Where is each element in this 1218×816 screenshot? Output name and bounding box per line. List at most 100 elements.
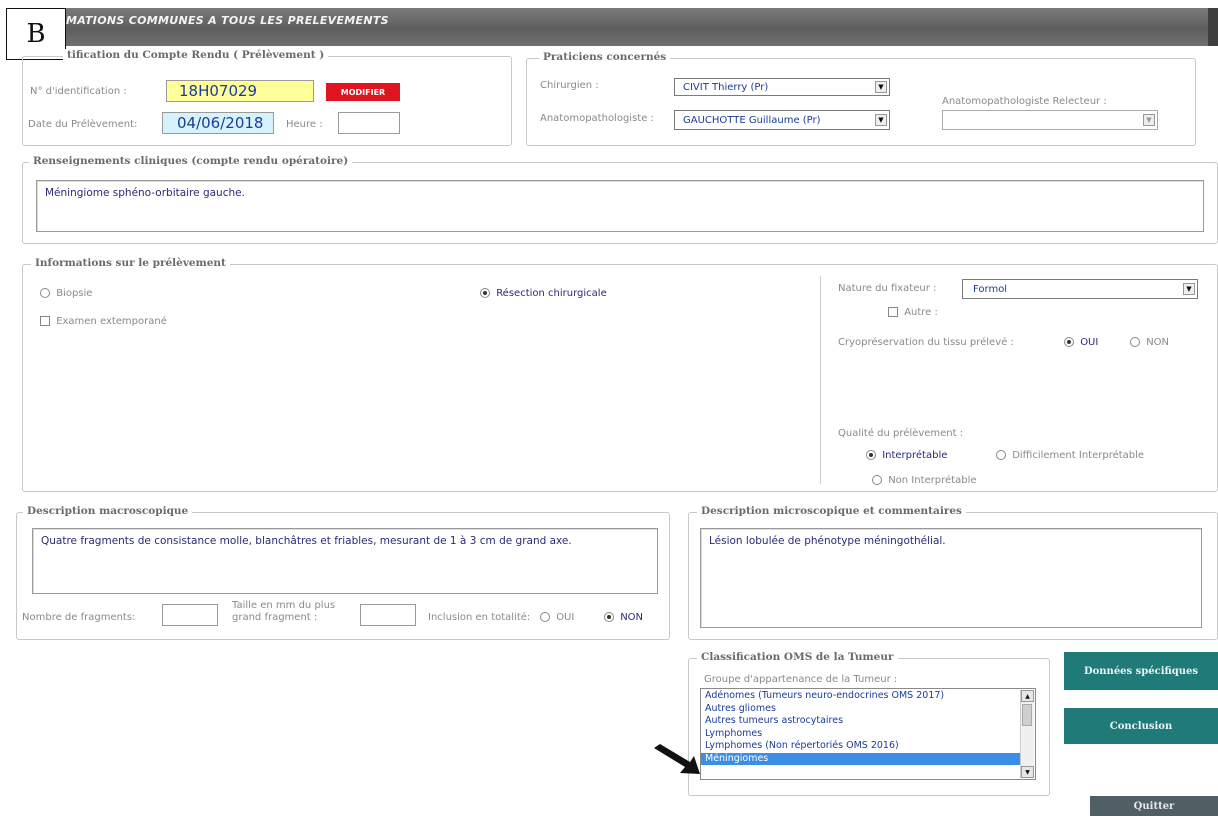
clinical-text: Méningiome sphéno-orbitaire gauche. bbox=[45, 187, 245, 199]
specific-data-button[interactable]: Données spécifiques bbox=[1064, 652, 1218, 690]
size-field[interactable] bbox=[360, 604, 416, 626]
other-option[interactable]: Autre : bbox=[888, 307, 938, 318]
date-field[interactable]: 04/06/2018 bbox=[162, 112, 274, 134]
list-item[interactable]: Lymphomes (Non répertoriés OMS 2016) bbox=[701, 740, 1020, 753]
surgeon-value: CIVIT Thierry (Pr) bbox=[683, 82, 769, 93]
time-label: Heure : bbox=[286, 119, 323, 130]
other-checkbox[interactable] bbox=[888, 307, 898, 317]
cryo-label: Cryopréservation du tissu prélevé : bbox=[838, 337, 1014, 348]
figure-panel-label: B bbox=[6, 8, 66, 60]
chevron-down-icon[interactable]: ▼ bbox=[1183, 283, 1195, 295]
chevron-down-icon[interactable]: ▼ bbox=[875, 81, 887, 93]
date-label: Date du Prélèvement: bbox=[28, 119, 138, 130]
practitioners-legend: Praticiens concernés bbox=[539, 51, 671, 63]
id-field[interactable]: 18H07029 bbox=[166, 80, 314, 102]
list-item[interactable]: Adénomes (Tumeurs neuro-endocrines OMS 2… bbox=[701, 690, 1020, 703]
cryo-yes-option[interactable]: OUI bbox=[1064, 337, 1098, 348]
surgeon-label: Chirurgien : bbox=[540, 80, 599, 91]
quality-opt2-radio[interactable] bbox=[996, 450, 1006, 460]
fragments-label: Nombre de fragments: bbox=[22, 612, 136, 623]
list-item-selected[interactable]: Méningiomes bbox=[701, 752, 1020, 765]
inclusion-no-radio[interactable] bbox=[604, 612, 614, 622]
resection-option[interactable]: Résection chirurgicale bbox=[480, 288, 607, 299]
resection-radio[interactable] bbox=[480, 288, 490, 298]
list-item[interactable]: Autres tumeurs astrocytaires bbox=[701, 715, 1020, 728]
who-list-items: Adénomes (Tumeurs neuro-endocrines OMS 2… bbox=[701, 690, 1020, 765]
who-listbox[interactable]: Adénomes (Tumeurs neuro-endocrines OMS 2… bbox=[700, 688, 1036, 780]
inclusion-yes-label: OUI bbox=[556, 612, 575, 623]
conclusion-button[interactable]: Conclusion bbox=[1064, 708, 1218, 744]
id-label: N° d'identification : bbox=[30, 86, 127, 97]
date-value: 04/06/2018 bbox=[177, 114, 264, 132]
cryo-no-option[interactable]: NON bbox=[1130, 337, 1169, 348]
chevron-down-icon[interactable]: ▼ bbox=[875, 114, 887, 126]
inclusion-label: Inclusion en totalité: bbox=[428, 612, 531, 623]
fixative-select[interactable]: Formol ▼ bbox=[962, 279, 1198, 299]
fixative-label: Nature du fixateur : bbox=[838, 283, 937, 294]
quality-opt2-label: Difficilement Interprétable bbox=[1012, 450, 1145, 461]
pathologist-select[interactable]: GAUCHOTTE Guillaume (Pr) ▼ bbox=[674, 110, 890, 130]
biopsy-option[interactable]: Biopsie bbox=[40, 288, 92, 299]
quality-opt1-radio[interactable] bbox=[866, 450, 876, 460]
quality-label: Qualité du prélèvement : bbox=[838, 428, 964, 439]
quality-opt3-label: Non Interprétable bbox=[888, 475, 977, 486]
size-label-2: grand fragment : bbox=[232, 612, 318, 623]
pathologist-label: Anatomopathologiste : bbox=[540, 113, 654, 124]
clinical-legend: Renseignements cliniques (compte rendu o… bbox=[29, 155, 353, 167]
pathologist-value: GAUCHOTTE Guillaume (Pr) bbox=[683, 115, 821, 126]
micro-text: Lésion lobulée de phénotype méningothéli… bbox=[709, 535, 946, 547]
chevron-down-icon[interactable]: ▼ bbox=[1021, 766, 1034, 778]
inclusion-yes-option[interactable]: OUI bbox=[540, 612, 574, 623]
clinical-textarea[interactable]: Méningiome sphéno-orbitaire gauche. bbox=[36, 180, 1204, 232]
resection-label: Résection chirurgicale bbox=[496, 288, 607, 299]
quit-button[interactable]: Quitter bbox=[1090, 796, 1218, 816]
quality-opt1-option[interactable]: Interprétable bbox=[866, 450, 947, 461]
inclusion-no-option[interactable]: NON bbox=[604, 612, 643, 623]
window-title: MATIONS COMMUNES A TOUS LES PRELEVEMENTS bbox=[66, 14, 389, 27]
reviewer-select[interactable]: ▼ bbox=[942, 110, 1158, 130]
quality-opt2-option[interactable]: Difficilement Interprétable bbox=[996, 450, 1144, 461]
macro-text: Quatre fragments de consistance molle, b… bbox=[41, 535, 572, 547]
macro-legend: Description macroscopique bbox=[23, 505, 193, 517]
extemp-checkbox[interactable] bbox=[40, 316, 50, 326]
inclusion-yes-radio[interactable] bbox=[540, 612, 550, 622]
who-legend: Classification OMS de la Tumeur bbox=[697, 651, 898, 663]
window-title-bar: MATIONS COMMUNES A TOUS LES PRELEVEMENTS bbox=[48, 8, 1218, 46]
chevron-up-icon[interactable]: ▲ bbox=[1021, 690, 1034, 702]
list-item[interactable]: Autres gliomes bbox=[701, 703, 1020, 716]
size-label-1: Taille en mm du plus bbox=[232, 600, 336, 611]
biopsy-radio[interactable] bbox=[40, 288, 50, 298]
sample-info-legend: Informations sur le prélèvement bbox=[31, 257, 230, 269]
arrow-pointer-icon bbox=[654, 744, 700, 774]
micro-textarea[interactable]: Lésion lobulée de phénotype méningothéli… bbox=[700, 528, 1202, 628]
surgeon-select[interactable]: CIVIT Thierry (Pr) ▼ bbox=[674, 78, 890, 96]
cryo-no-label: NON bbox=[1146, 337, 1170, 348]
who-group-label: Groupe d'appartenance de la Tumeur : bbox=[704, 674, 898, 685]
identification-legend: tification du Compte Rendu ( Prélèvement… bbox=[63, 49, 329, 61]
cryo-no-radio[interactable] bbox=[1130, 337, 1140, 347]
extemp-label: Examen extemporané bbox=[56, 316, 167, 327]
modify-button[interactable]: MODIFIER bbox=[326, 83, 400, 101]
micro-legend: Description microscopique et commentaire… bbox=[697, 505, 966, 517]
quality-opt3-radio[interactable] bbox=[872, 475, 882, 485]
fixative-value: Formol bbox=[973, 284, 1008, 295]
time-field[interactable] bbox=[338, 112, 400, 134]
inclusion-no-label: NON bbox=[620, 612, 644, 623]
other-label: Autre : bbox=[904, 307, 938, 318]
quality-opt1-label: Interprétable bbox=[882, 450, 948, 461]
who-scrollbar[interactable]: ▲ ▼ bbox=[1020, 690, 1034, 778]
cryo-yes-radio[interactable] bbox=[1064, 337, 1074, 347]
sample-info-divider bbox=[820, 276, 821, 484]
fragments-field[interactable] bbox=[162, 604, 218, 626]
cryo-yes-label: OUI bbox=[1080, 337, 1099, 348]
list-item[interactable]: Lymphomes bbox=[701, 728, 1020, 741]
scroll-thumb[interactable] bbox=[1022, 704, 1032, 726]
extemp-option[interactable]: Examen extemporané bbox=[40, 316, 167, 327]
chevron-down-icon[interactable]: ▼ bbox=[1143, 114, 1155, 126]
quality-opt3-option[interactable]: Non Interprétable bbox=[872, 475, 977, 486]
id-value: 18H07029 bbox=[179, 82, 258, 100]
biopsy-label: Biopsie bbox=[56, 288, 93, 299]
reviewer-label: Anatomopathologiste Relecteur : bbox=[942, 96, 1107, 107]
macro-textarea[interactable]: Quatre fragments de consistance molle, b… bbox=[32, 528, 658, 594]
title-bar-end bbox=[1208, 8, 1218, 46]
